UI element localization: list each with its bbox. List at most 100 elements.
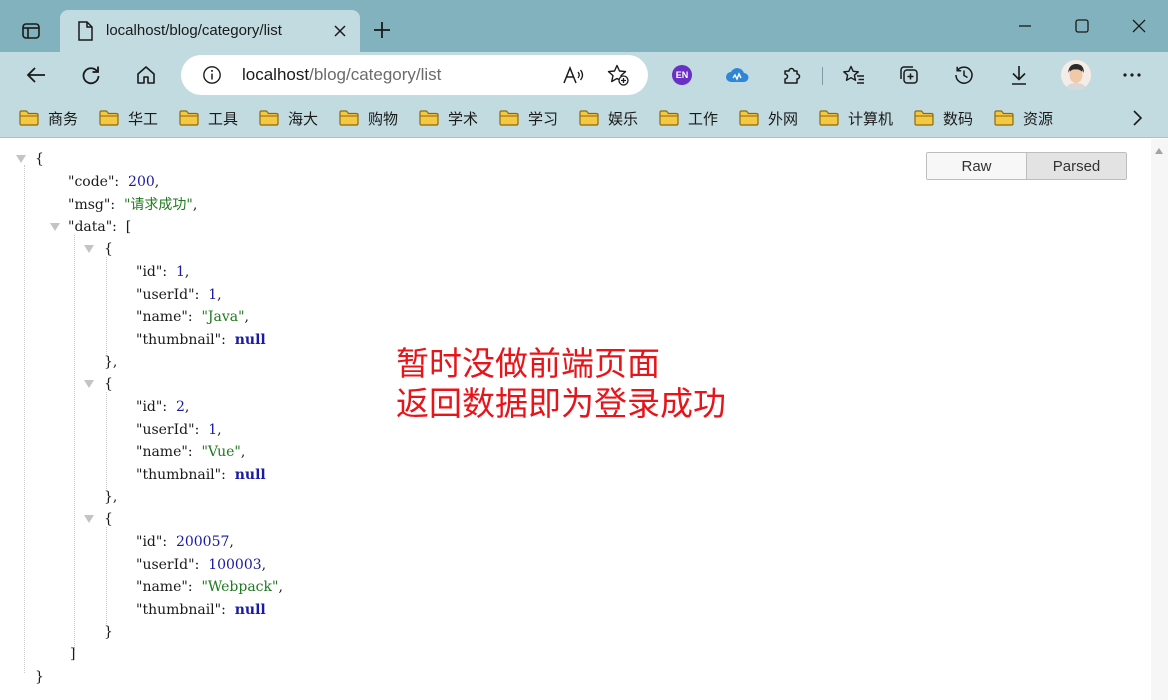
indent-guide [106, 392, 107, 489]
json-value-userid: 1 [208, 287, 218, 303]
collapse-triangle-icon[interactable] [84, 380, 94, 388]
favorite-folder[interactable]: 资源 [994, 107, 1053, 129]
chevron-right-icon [1133, 110, 1142, 126]
favorite-folder[interactable]: 外网 [739, 107, 798, 129]
info-icon[interactable] [201, 65, 223, 85]
read-aloud-icon [563, 66, 584, 84]
favorites-overflow-button[interactable] [1126, 107, 1148, 129]
json-field-name: "name": "Vue", [136, 444, 246, 460]
minimize-button[interactable] [1005, 10, 1045, 42]
vertical-scrollbar[interactable] [1151, 139, 1168, 700]
json-value-name: "Java" [201, 309, 245, 325]
close-icon [1132, 19, 1146, 33]
collections-button[interactable] [891, 58, 927, 92]
json-field-id: "id": 200057, [136, 534, 234, 550]
history-icon [955, 66, 973, 84]
favorite-label: 娱乐 [608, 110, 639, 128]
extensions-button[interactable] [774, 58, 810, 92]
json-object-close: }, [104, 354, 118, 370]
json-field-userid: "userId": 1, [136, 422, 222, 438]
collapse-triangle-icon[interactable] [50, 223, 60, 231]
favorites-button[interactable] [836, 58, 872, 92]
profile-avatar[interactable] [1061, 60, 1091, 90]
favorite-folder[interactable]: 海大 [259, 107, 318, 129]
favorite-label: 学习 [528, 110, 559, 128]
minimize-icon [1019, 25, 1031, 27]
downloads-button[interactable] [1001, 58, 1037, 92]
home-button[interactable] [128, 58, 164, 92]
address-bar[interactable]: localhost/blog/category/list [181, 55, 648, 95]
tab-title: localhost/blog/category/list [106, 22, 282, 39]
json-object-open: { [104, 376, 113, 392]
add-favorite-button[interactable] [606, 64, 630, 86]
json-field-thumbnail: "thumbnail": null [136, 332, 266, 348]
settings-more-button[interactable] [1114, 58, 1150, 92]
favorite-label: 海大 [288, 110, 319, 128]
translate-en-icon: EN [672, 65, 692, 85]
collapse-triangle-icon[interactable] [84, 245, 94, 253]
favorite-folder[interactable]: 计算机 [819, 107, 893, 129]
favorites-bar: 商务 华工 工具 海大 购物 学术 学习 娱乐 工作 外网 计算机 数码 资源 [0, 98, 1168, 138]
refresh-icon [82, 66, 100, 85]
cloud-extension-button[interactable] [719, 58, 755, 92]
favorite-folder[interactable]: 工作 [659, 107, 718, 129]
json-value-thumbnail: null [234, 602, 266, 618]
close-window-button[interactable] [1119, 10, 1159, 42]
collapse-triangle-icon[interactable] [16, 155, 26, 163]
json-value-name: "Vue" [201, 444, 241, 460]
back-button[interactable] [18, 58, 54, 92]
json-value-id: 200057 [175, 534, 230, 550]
favorite-folder[interactable]: 学术 [419, 107, 478, 129]
folder-icon [179, 110, 199, 126]
annotation-note: 暂时没做前端页面 返回数据即为登录成功 [396, 344, 726, 424]
url-text[interactable]: localhost/blog/category/list [242, 65, 441, 85]
json-field-id: "id": 1, [136, 264, 190, 280]
navigation-toolbar: localhost/blog/category/list EN [0, 52, 1168, 98]
indent-guide [74, 235, 75, 650]
active-tab[interactable]: localhost/blog/category/list [60, 10, 360, 52]
json-value-thumbnail: null [234, 467, 266, 483]
scroll-up-arrow-icon[interactable] [1155, 148, 1163, 154]
raw-button[interactable]: Raw [927, 153, 1027, 179]
favorite-folder[interactable]: 商务 [19, 107, 78, 129]
favorite-label: 工作 [688, 110, 719, 128]
json-field-name: "name": "Java", [136, 309, 249, 325]
favorite-folder[interactable]: 购物 [339, 107, 398, 129]
read-aloud-button[interactable] [562, 64, 586, 86]
folder-icon [419, 110, 439, 126]
home-icon [137, 66, 155, 84]
translate-extension-button[interactable]: EN [664, 58, 700, 92]
tab-actions-button[interactable] [14, 16, 48, 46]
favorite-label: 学术 [448, 110, 479, 128]
favorite-folder[interactable]: 学习 [499, 107, 558, 129]
page-content: { "code": 200, "msg": "请求成功", "data": [ … [0, 139, 1151, 700]
collections-icon [900, 66, 918, 84]
close-icon [334, 25, 346, 37]
favorite-folder[interactable]: 工具 [179, 107, 238, 129]
tab-close-button[interactable] [330, 21, 350, 41]
json-value-id: 2 [175, 399, 185, 415]
json-array-close: ] [70, 646, 76, 662]
history-button[interactable] [946, 58, 982, 92]
json-value-msg: "请求成功" [123, 197, 193, 213]
json-value-userid: 100003 [208, 557, 262, 573]
json-value-code: 200 [128, 174, 155, 190]
indent-guide [106, 527, 107, 624]
new-tab-button[interactable] [368, 16, 396, 44]
folder-icon [994, 110, 1014, 126]
parsed-button[interactable]: Parsed [1027, 153, 1126, 179]
json-value-userid: 1 [208, 422, 218, 438]
maximize-button[interactable] [1062, 10, 1102, 42]
folder-icon [99, 110, 119, 126]
favorite-folder[interactable]: 华工 [99, 107, 158, 129]
indent-guide [106, 257, 107, 354]
folder-icon [259, 110, 279, 126]
back-arrow-icon [26, 67, 45, 83]
favorite-folder[interactable]: 数码 [914, 107, 973, 129]
refresh-button[interactable] [73, 58, 109, 92]
favorite-folder[interactable]: 娱乐 [579, 107, 638, 129]
collapse-triangle-icon[interactable] [84, 515, 94, 523]
json-root-open: { [35, 151, 44, 167]
plus-icon [374, 22, 390, 38]
json-field-thumbnail: "thumbnail": null [136, 602, 266, 618]
